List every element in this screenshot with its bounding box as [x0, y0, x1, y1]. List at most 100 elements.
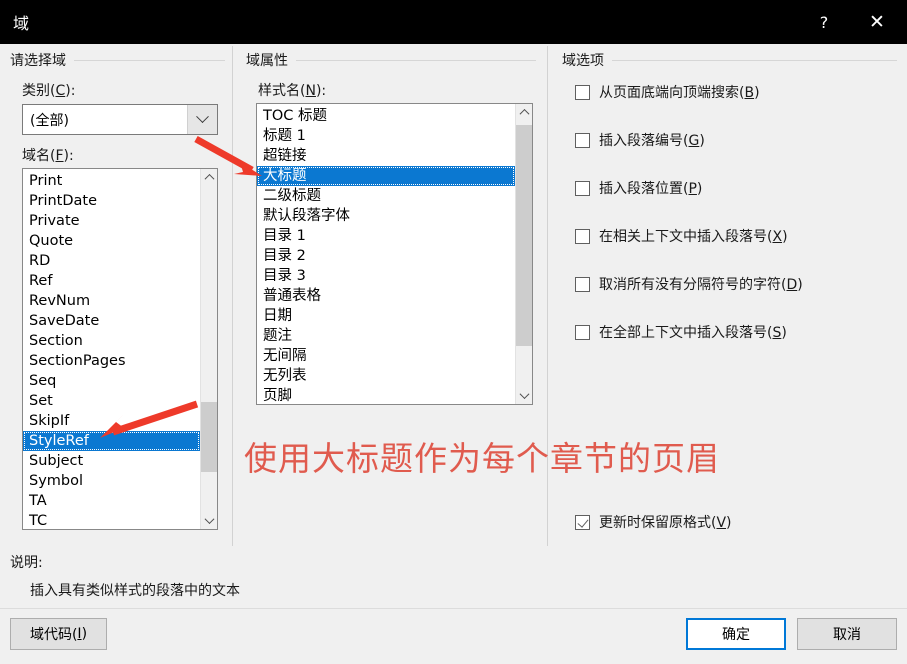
category-label: 类别(C): [22, 80, 75, 100]
title-bar: 域 ? ✕ [0, 0, 907, 44]
style-names-list[interactable]: TOC 标题 标题 1 超链接 大标题 二级标题 默认段落字体 目录 1 目录 2 目录 3 普通… [257, 104, 515, 404]
field-option-label-prefix: 插入段落编号( [599, 133, 689, 149]
field-option-row[interactable]: 插入段落编号(G) [575, 130, 705, 150]
scroll-down-icon[interactable] [201, 512, 217, 529]
scrollbar-thumb[interactable] [201, 402, 217, 472]
field-name-item[interactable]: Seq [23, 371, 200, 391]
field-option-row[interactable]: 插入段落位置(P) [575, 178, 702, 198]
ok-button[interactable]: 确定 [686, 618, 786, 650]
style-name-item[interactable]: 标题 1 [257, 126, 515, 146]
style-name-item[interactable]: TOC 标题 [257, 106, 515, 126]
field-option-label: 从页面底端向顶端搜索(B) [599, 82, 760, 102]
field-option-checkbox[interactable] [575, 228, 590, 244]
field-name-item[interactable]: Symbol [23, 471, 200, 491]
style-names-listbox[interactable]: TOC 标题 标题 1 超链接 大标题 二级标题 默认段落字体 目录 1 目录 2 目录 3 普通… [256, 103, 533, 405]
field-name-item[interactable]: Quote [23, 231, 200, 251]
field-name-item[interactable]: TA [23, 491, 200, 511]
field-option-label: 在全部上下文中插入段落号(S) [599, 322, 787, 342]
close-icon[interactable]: ✕ [847, 0, 907, 44]
field-name-item[interactable]: Set [23, 391, 200, 411]
style-name-item[interactable]: 普通表格 [257, 286, 515, 306]
field-names-scrollbar[interactable] [200, 169, 217, 529]
style-name-item[interactable]: 超链接 [257, 146, 515, 166]
field-option-label-suffix: ) [699, 133, 705, 149]
fieldname-label-key: F [55, 148, 64, 164]
annotation-text: 使用大标题作为每个章节的页眉 [244, 439, 720, 478]
group-label-field-options: 域选项 [562, 53, 604, 69]
field-option-label-key: G [688, 133, 700, 149]
field-name-item[interactable]: SaveDate [23, 311, 200, 331]
style-name-item[interactable]: 目录 2 [257, 246, 515, 266]
preserve-format-checkbox-row[interactable]: 更新时保留原格式(V) [575, 512, 732, 532]
scroll-down-icon[interactable] [516, 387, 532, 404]
field-option-checkbox[interactable] [575, 84, 590, 100]
field-name-item[interactable]: StyleRef [23, 431, 200, 451]
style-name-item[interactable]: 日期 [257, 306, 515, 326]
field-codes-label-suffix: ) [81, 626, 88, 642]
field-name-item[interactable]: SkipIf [23, 411, 200, 431]
scroll-up-icon[interactable] [516, 104, 532, 121]
field-name-item[interactable]: Ref [23, 271, 200, 291]
field-option-label-suffix: ) [754, 85, 760, 101]
field-option-label-key: D [786, 277, 798, 293]
field-option-row[interactable]: 取消所有没有分隔符号的字符(D) [575, 274, 803, 294]
field-codes-button[interactable]: 域代码(I) [10, 618, 107, 650]
style-name-item[interactable]: 默认段落字体 [257, 206, 515, 226]
field-name-item[interactable]: Private [23, 211, 200, 231]
field-name-item[interactable]: TC [23, 511, 200, 529]
field-name-item[interactable]: Print [23, 171, 200, 191]
stylename-label-key: N [305, 83, 316, 99]
group-header-select-field: 请选择域 [10, 50, 225, 70]
field-name-item[interactable]: PrintDate [23, 191, 200, 211]
field-option-label-prefix: 在全部上下文中插入段落号( [599, 325, 773, 341]
style-name-item[interactable]: 页脚 [257, 386, 515, 404]
style-name-item[interactable]: 题注 [257, 326, 515, 346]
field-names-listbox[interactable]: Print PrintDate Private Quote RD Ref RevNum Sav… [22, 168, 218, 530]
style-name-item[interactable]: 无列表 [257, 366, 515, 386]
field-option-label-suffix: ) [696, 181, 703, 197]
field-option-label-suffix: ) [781, 325, 787, 341]
field-option-row[interactable]: 在全部上下文中插入段落号(S) [575, 322, 787, 342]
field-option-checkbox[interactable] [575, 132, 590, 148]
preserve-format-checkbox[interactable] [575, 514, 590, 530]
category-label-prefix: 类别( [22, 83, 56, 99]
category-label-key: C [55, 83, 66, 99]
fieldname-label-suffix: ): [63, 148, 74, 164]
field-option-checkbox[interactable] [575, 276, 590, 292]
field-option-label-key: B [744, 85, 755, 101]
field-name-item[interactable]: Section [23, 331, 200, 351]
group-header-field-options: 域选项 [562, 50, 897, 70]
style-names-scrollbar[interactable] [515, 104, 532, 404]
style-name-item[interactable]: 大标题 [257, 166, 515, 186]
cancel-button[interactable]: 取消 [797, 618, 897, 650]
field-option-row[interactable]: 从页面底端向顶端搜索(B) [575, 82, 760, 102]
group-label-field-properties: 域属性 [246, 53, 288, 69]
field-names-list[interactable]: Print PrintDate Private Quote RD Ref RevNum Sav… [23, 169, 200, 529]
stylename-label: 样式名(N): [258, 80, 326, 100]
preserve-format-label-suffix: ) [726, 515, 732, 531]
field-option-label: 取消所有没有分隔符号的字符(D) [599, 274, 803, 294]
group-rule-middle [296, 59, 536, 61]
field-name-item[interactable]: RD [23, 251, 200, 271]
scroll-up-icon[interactable] [201, 169, 217, 186]
field-option-row[interactable]: 在相关上下文中插入段落号(X) [575, 226, 788, 246]
chevron-down-icon[interactable] [187, 105, 217, 134]
field-name-item[interactable]: RevNum [23, 291, 200, 311]
scrollbar-thumb[interactable] [516, 125, 532, 346]
help-icon[interactable]: ? [801, 0, 847, 44]
style-name-item[interactable]: 二级标题 [257, 186, 515, 206]
category-combobox[interactable]: (全部) [22, 104, 218, 135]
style-name-item[interactable]: 无间隔 [257, 346, 515, 366]
field-option-label-key: P [688, 181, 697, 197]
field-option-checkbox[interactable] [575, 180, 590, 196]
field-name-item[interactable]: SectionPages [23, 351, 200, 371]
field-option-label: 在相关上下文中插入段落号(X) [599, 226, 788, 246]
field-option-label: 插入段落位置(P) [599, 178, 702, 198]
field-name-item[interactable]: Subject [23, 451, 200, 471]
field-option-label: 插入段落编号(G) [599, 130, 705, 150]
category-combobox-value: (全部) [30, 112, 69, 129]
stylename-label-prefix: 样式名( [258, 83, 306, 99]
style-name-item[interactable]: 目录 3 [257, 266, 515, 286]
style-name-item[interactable]: 目录 1 [257, 226, 515, 246]
field-option-checkbox[interactable] [575, 324, 590, 340]
